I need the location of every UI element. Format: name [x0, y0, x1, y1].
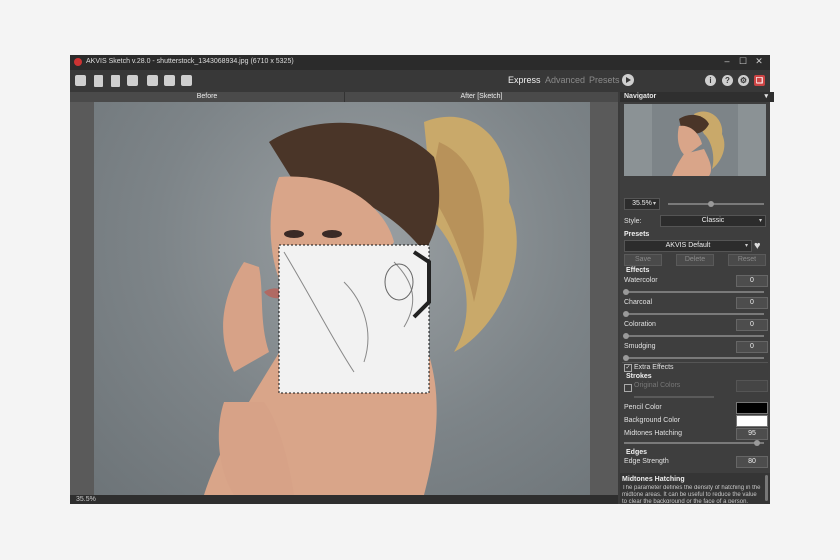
extra-effects-checkbox[interactable]: ✓ — [624, 364, 632, 372]
app-logo-icon — [74, 58, 82, 66]
watercolor-label: Watercolor — [624, 277, 658, 284]
minimize-button[interactable]: – — [720, 56, 734, 66]
reset-preset-button[interactable]: Reset — [728, 254, 766, 266]
help-scrollbar[interactable] — [765, 475, 768, 501]
maximize-button[interactable]: ☐ — [736, 56, 750, 67]
settings-icon[interactable]: ⚙ — [738, 75, 749, 86]
save-preset-button[interactable]: Save — [624, 254, 662, 266]
original-colors-value — [736, 380, 768, 392]
toolbar: Express Advanced Presets i ? ⚙ ❑ — [70, 70, 770, 92]
effects-title: Effects — [626, 267, 650, 274]
preset-select[interactable]: AKVIS Default ▾ — [624, 240, 752, 252]
coloration-slider[interactable] — [624, 335, 764, 337]
export-icon[interactable] — [111, 75, 120, 87]
portrait-illustration — [204, 116, 517, 495]
open-icon[interactable] — [75, 75, 86, 86]
chevron-down-icon: ▾ — [744, 243, 748, 249]
midtones-hatching-slider[interactable] — [624, 442, 764, 444]
watercolor-slider[interactable] — [624, 291, 764, 293]
save-icon[interactable] — [94, 75, 103, 87]
charcoal-label: Charcoal — [624, 299, 653, 306]
chevron-down-icon: ▾ — [758, 218, 762, 224]
smudging-knob[interactable] — [623, 355, 629, 361]
tab-before[interactable]: Before — [70, 92, 345, 102]
midtones-hatching-knob[interactable] — [754, 440, 760, 446]
mode-express[interactable]: Express — [508, 75, 541, 85]
run-play-icon[interactable] — [622, 74, 634, 86]
original-colors-label: Original Colors — [634, 382, 681, 389]
zoom-readout: 35.5% — [76, 496, 96, 503]
pencil-color-label: Pencil Color — [624, 404, 662, 411]
extra-effects-label: Extra Effects — [634, 364, 674, 371]
view-tabs: Before After [Sketch] — [70, 92, 618, 102]
charcoal-knob[interactable] — [623, 311, 629, 317]
help-text: The parameter defines the density of hat… — [622, 485, 761, 503]
zoom-slider[interactable] — [668, 203, 764, 205]
print-icon[interactable] — [127, 75, 138, 86]
image-canvas[interactable] — [70, 102, 618, 495]
navigator-thumbnail[interactable] — [624, 104, 766, 176]
status-bar: 35.5% — [70, 495, 618, 504]
style-select[interactable]: Classic ▾ — [660, 215, 766, 227]
presets-title: Presets — [624, 231, 650, 238]
mode-presets[interactable]: Presets — [589, 75, 620, 85]
thumbnail-image — [652, 104, 738, 176]
tab-after[interactable]: After [Sketch] — [345, 92, 618, 102]
help-title: Midtones Hatching — [622, 476, 685, 483]
app-window: AKVIS Sketch v.28.0 - shutterstock_13430… — [70, 55, 774, 504]
charcoal-value[interactable]: 0 — [736, 297, 768, 309]
info-icon[interactable]: i — [705, 75, 716, 86]
strokes-title: Strokes — [626, 373, 652, 380]
zoom-select[interactable]: 35.5% ▾ — [624, 198, 660, 210]
title-bar: AKVIS Sketch v.28.0 - shutterstock_13430… — [70, 55, 770, 70]
navigator-header: Navigator ▾ — [620, 92, 774, 102]
background-color-swatch[interactable] — [736, 415, 768, 427]
close-button[interactable]: ✕ — [752, 56, 766, 67]
edge-strength-label: Edge Strength — [624, 458, 669, 465]
window-title: AKVIS Sketch v.28.0 - shutterstock_13430… — [86, 58, 294, 65]
zoom-value: 35.5% — [632, 200, 652, 207]
mode-advanced[interactable]: Advanced — [545, 75, 585, 85]
favorite-heart-icon[interactable]: ♥ — [754, 240, 761, 252]
preset-value: AKVIS Default — [665, 242, 711, 249]
watercolor-knob[interactable] — [623, 289, 629, 295]
midtones-hatching-value[interactable]: 95 — [736, 428, 768, 440]
before-after-icon[interactable] — [147, 75, 158, 86]
smudging-value[interactable]: 0 — [736, 341, 768, 353]
settings-panel: Navigator ▾ 35.5% ▾ Style: Classic ▾ Prese… — [620, 92, 774, 504]
help-icon[interactable]: ? — [722, 75, 733, 86]
pencil-color-swatch[interactable] — [736, 402, 768, 414]
coloration-knob[interactable] — [623, 333, 629, 339]
coloration-value[interactable]: 0 — [736, 319, 768, 331]
background-color-label: Background Color — [624, 417, 681, 424]
original-colors-checkbox[interactable] — [624, 384, 632, 392]
help-box: Midtones Hatching The parameter defines … — [620, 473, 770, 504]
zoom-slider-knob[interactable] — [708, 201, 715, 207]
smudging-slider[interactable] — [624, 357, 764, 359]
edge-strength-value[interactable]: 80 — [736, 456, 768, 468]
chevron-down-icon: ▾ — [652, 201, 656, 207]
midtones-hatching-label: Midtones Hatching — [624, 430, 682, 437]
style-label: Style: — [624, 218, 642, 225]
delete-preset-button[interactable]: Delete — [676, 254, 714, 266]
watercolor-value[interactable]: 0 — [736, 275, 768, 287]
bookmark-icon[interactable]: ❑ — [754, 75, 765, 86]
style-value: Classic — [701, 217, 725, 224]
coloration-label: Coloration — [624, 321, 656, 328]
original-colors-slider — [634, 396, 714, 398]
chevron-down-icon[interactable]: ▾ — [764, 92, 768, 102]
navigator-title: Navigator — [624, 93, 657, 100]
smudging-label: Smudging — [624, 343, 656, 350]
charcoal-slider[interactable] — [624, 313, 764, 315]
divider — [622, 362, 768, 363]
tools-icon[interactable] — [181, 75, 192, 86]
portrait-photo — [94, 102, 590, 495]
edges-title: Edges — [626, 449, 648, 456]
batch-icon[interactable] — [164, 75, 175, 86]
